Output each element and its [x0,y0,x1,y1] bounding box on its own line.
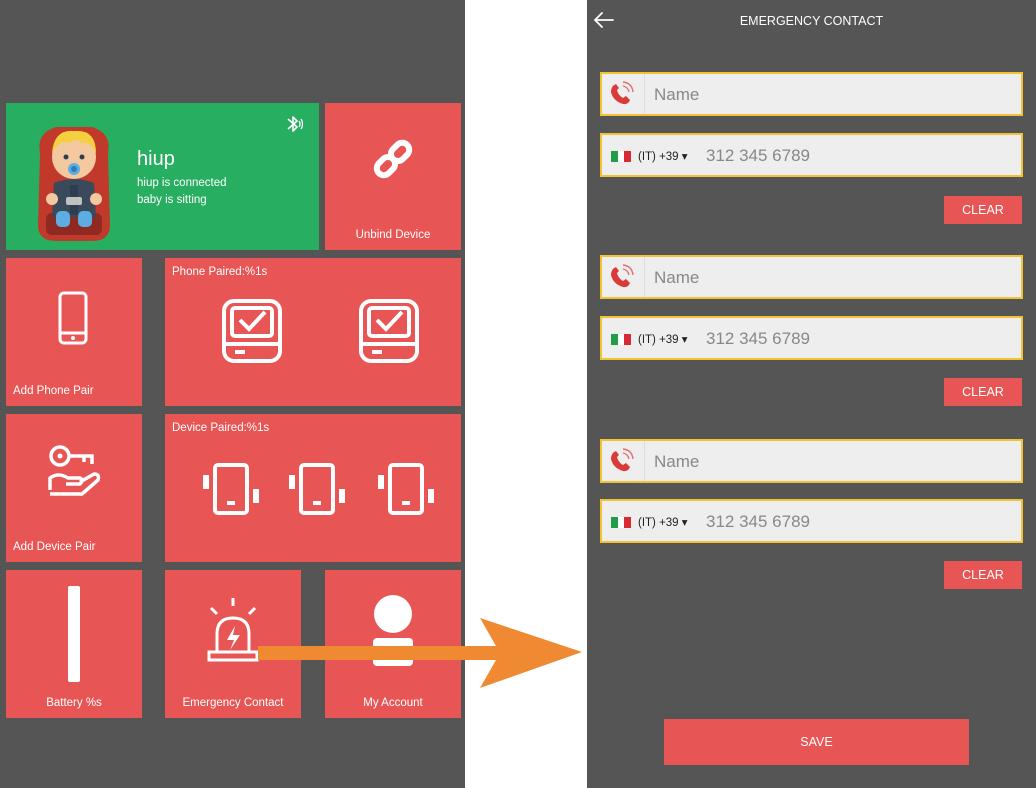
seat-status-text: baby is sitting [137,194,207,206]
country-code-select[interactable]: (IT) +39 ▾ [638,332,688,346]
my-account-tile[interactable]: My Account [325,570,461,718]
phone-number-placeholder: 312 345 6789 [706,329,810,348]
add-device-pair-tile[interactable]: Add Device Pair [6,414,142,562]
device-icon [289,463,345,515]
field-divider [644,257,645,297]
name-placeholder: Name [654,85,700,104]
country-code-select[interactable]: (IT) +39 ▾ [638,515,688,529]
alarm-light-icon [207,598,259,662]
phone-number-placeholder: 312 345 6789 [706,512,810,531]
page-title: EMERGENCY CONTACT [739,14,884,28]
contact-phone-field[interactable]: (IT) +39 ▾ 312 345 6789 [600,316,1023,360]
smartphone-icon [58,291,88,345]
user-icon [373,595,413,666]
emergency-contact-screen: EMERGENCY CONTACT Name (IT) +39 ▾ 312 34… [587,0,1036,788]
device-paired-tile[interactable]: Device Paired:%1s [165,414,461,562]
field-divider [644,441,645,481]
contact-name-field[interactable]: Name [600,255,1023,299]
device-name: hiup [137,148,175,170]
device-icon [378,463,434,515]
battery-label: Battery %s [46,697,102,709]
clear-button[interactable]: CLEAR [944,196,1022,224]
country-code-select[interactable]: (IT) +39 ▾ [638,149,688,163]
device-paired-label: Device Paired:%1s [172,422,270,434]
add-phone-pair-tile[interactable]: Add Phone Pair [6,258,142,406]
unbind-device-label: Unbind Device [355,229,431,241]
emergency-contact-tile[interactable]: Emergency Contact [165,570,301,718]
device-status-card[interactable]: hiup hiup is connected baby is sitting [6,103,319,250]
phone-number-placeholder: 312 345 6789 [706,146,810,165]
my-account-label: My Account [363,697,423,709]
baby-in-car-seat-icon [38,127,110,241]
contact-name-field[interactable]: Name [600,439,1023,483]
key-hand-icon [48,445,101,496]
phone-paired-label: Phone Paired:%1s [172,266,268,278]
phone-paired-tile[interactable]: Phone Paired:%1s [165,258,461,406]
phone-ringing-icon [611,448,634,472]
emergency-contact-label: Emergency Contact [182,697,284,709]
save-button[interactable]: SAVE [664,719,969,765]
link-icon [373,139,413,179]
italy-flag-icon [611,517,632,528]
app-bar: EMERGENCY CONTACT [587,0,1036,44]
italy-flag-icon [611,151,632,162]
phone-check-icon [359,299,419,363]
device-icon [203,463,259,515]
contact-phone-field[interactable]: (IT) +39 ▾ 312 345 6789 [600,499,1023,543]
battery-bar-icon [68,586,80,682]
unbind-device-tile[interactable]: Unbind Device [325,103,461,250]
bluetooth-icon [287,116,304,132]
clear-button[interactable]: CLEAR [944,378,1022,406]
connection-status-text: hiup is connected [137,177,227,189]
italy-flag-icon [611,334,632,345]
name-placeholder: Name [654,452,700,471]
battery-tile[interactable]: Battery %s [6,570,142,718]
add-phone-pair-label: Add Phone Pair [13,385,94,397]
contact-phone-field[interactable]: (IT) +39 ▾ 312 345 6789 [600,133,1023,177]
clear-button[interactable]: CLEAR [944,561,1022,589]
phone-check-icon [222,299,282,363]
phone-ringing-icon [611,264,634,288]
add-device-pair-label: Add Device Pair [13,541,96,553]
field-divider [644,74,645,114]
name-placeholder: Name [654,268,700,287]
contact-name-field[interactable]: Name [600,72,1023,116]
phone-ringing-icon [611,81,634,105]
dashboard-screen: hiup hiup is connected baby is sitting U… [0,0,465,788]
